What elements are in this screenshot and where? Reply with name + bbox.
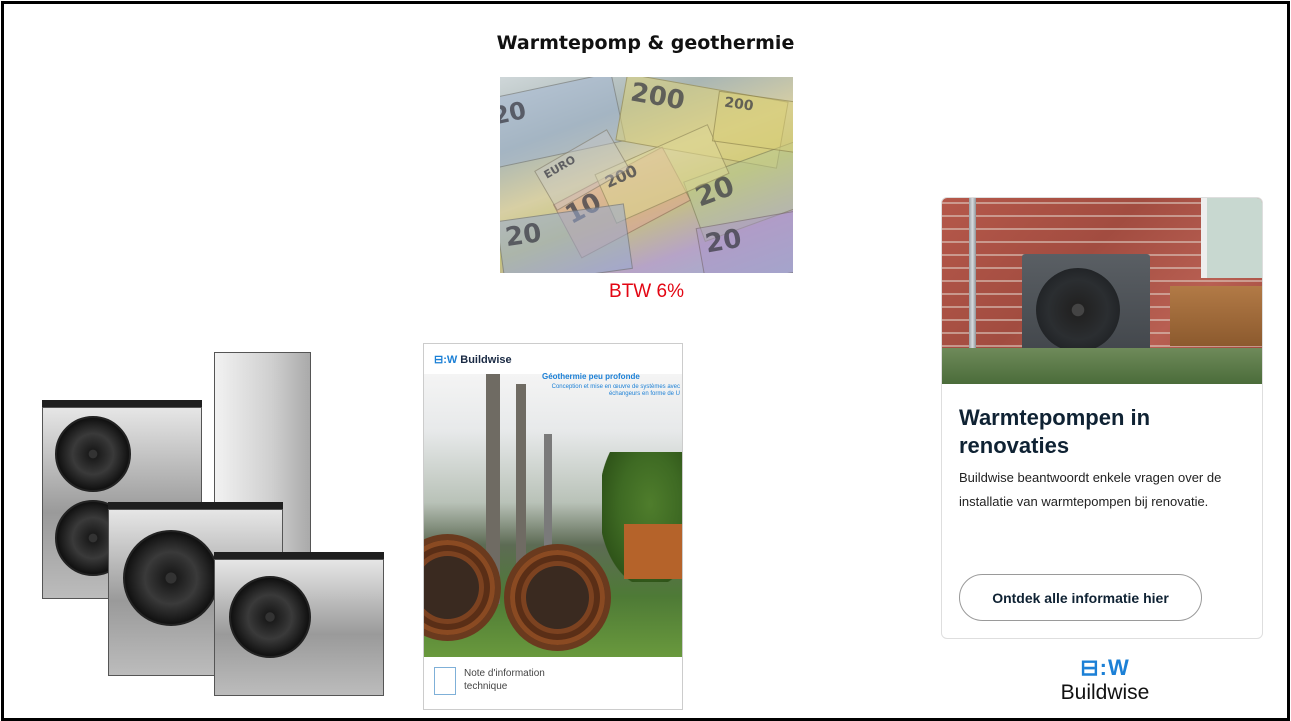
buildwise-logo: ⊟:W Buildwise <box>1030 656 1180 706</box>
brochure-footer-text: Note d'information technique <box>464 668 545 692</box>
brochure-footer: Note d'information technique <box>424 657 682 709</box>
brochure-subtitle: Conception et mise en œuvre de systèmes … <box>551 384 680 397</box>
card-body: Buildwise beantwoordt enkele vragen over… <box>959 470 1222 509</box>
outdoor-unit-small <box>214 559 384 696</box>
fan-icon <box>1036 268 1120 352</box>
card-heading: Warmtepompen in renovaties <box>959 405 1151 458</box>
discover-info-button[interactable]: Ontdek alle informatie hier <box>959 574 1202 621</box>
fan-icon <box>123 530 219 626</box>
geothermie-brochure: ⊟:W Buildwise Géothermie peu profonde Con… <box>423 343 683 710</box>
buildwise-mark-icon: ⊟:W <box>1080 655 1130 680</box>
fan-icon <box>55 416 131 492</box>
drilling-site-photo <box>424 374 682 659</box>
document-icon <box>434 667 456 695</box>
buildwise-name: Buildwise <box>1060 681 1150 704</box>
brochure-title: Géothermie peu profonde <box>542 372 640 381</box>
brochure-logo: ⊟:W Buildwise <box>434 354 512 366</box>
btw-caption: BTW 6% <box>609 281 684 302</box>
heat-pump-units-image <box>42 352 387 712</box>
heat-pump-house-photo <box>942 198 1262 384</box>
info-card: Warmtepompen in renovaties Buildwise bea… <box>941 197 1263 639</box>
banknote: 20 <box>500 203 633 273</box>
pipe-coil <box>504 544 611 651</box>
page-title: Warmtepomp & geothermie <box>496 32 795 54</box>
euro-banknotes-image: 20 200 10 20 200 20 EURO 200 20 <box>500 77 793 273</box>
slide-frame: Warmtepomp & geothermie 20 200 10 20 200… <box>1 1 1290 721</box>
fan-icon <box>229 576 311 658</box>
